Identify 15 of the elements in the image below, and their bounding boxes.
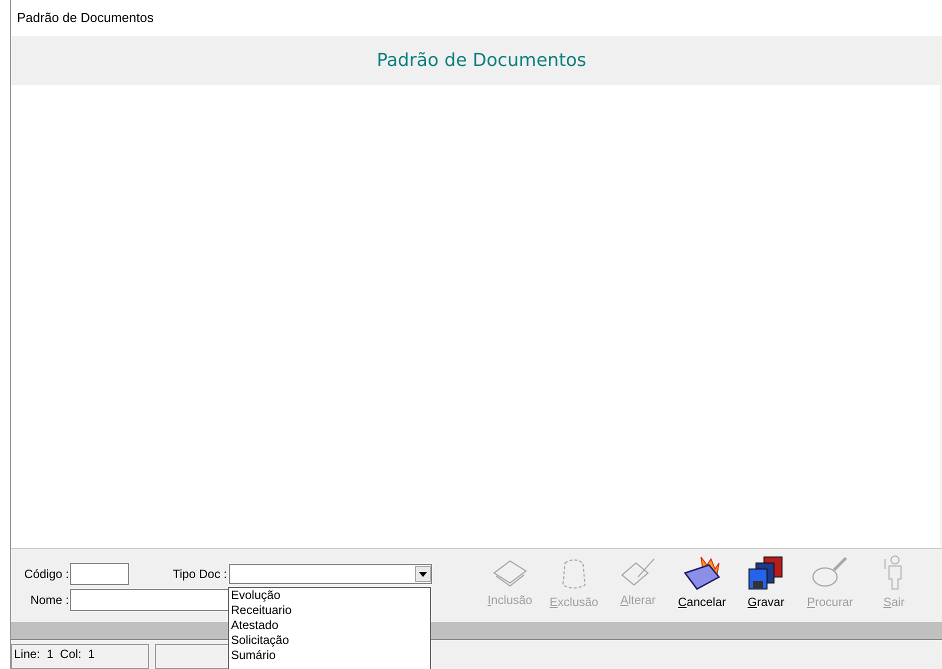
dropdown-option[interactable]: Receituario — [231, 603, 428, 618]
dropdown-option[interactable]: Sumário — [231, 648, 428, 663]
dropdown-option[interactable]: Atestado — [231, 618, 428, 633]
page-title: Padrão de Documentos — [376, 49, 586, 73]
burning-folder-icon — [681, 555, 723, 591]
tipo-doc-label: Tipo Doc : — [172, 566, 227, 583]
nome-label: Nome : — [29, 592, 69, 609]
status-position: Line: 1 Col: 1 — [11, 644, 149, 669]
toolbar-button[interactable]: Gravar — [737, 555, 795, 617]
dropdown-option[interactable]: Evolução — [231, 588, 428, 603]
dropdown-option[interactable]: Solicitação — [231, 633, 428, 648]
codigo-field[interactable] — [70, 563, 129, 585]
window-title: Padrão de Documentos — [17, 9, 154, 28]
codigo-label: Código : — [23, 566, 69, 583]
toolbar-button[interactable]: Cancelar — [673, 555, 731, 617]
